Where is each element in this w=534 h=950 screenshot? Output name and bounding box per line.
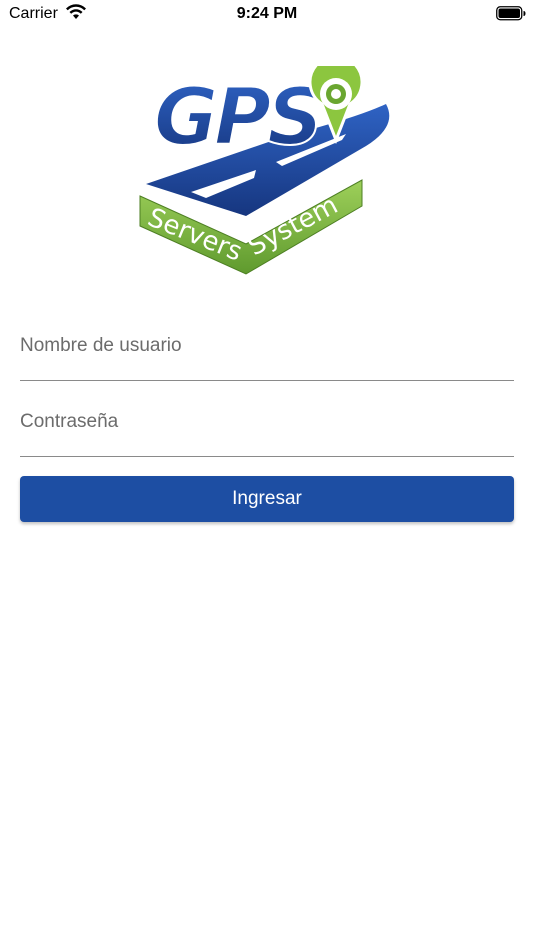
logo-text-servers: Servers: [143, 203, 246, 268]
status-bar: Carrier 9:24 PM: [0, 0, 534, 30]
logo-text-gps: GPS: [154, 73, 319, 163]
login-button[interactable]: Ingresar: [20, 476, 514, 522]
password-field: [20, 396, 514, 457]
username-input[interactable]: [20, 320, 514, 372]
login-screen: Carrier 9:24 PM GPS Servers System Nombr…: [0, 0, 534, 950]
username-field: [20, 320, 514, 381]
clock: 9:24 PM: [236, 5, 298, 22]
gps-servers-system-logo: GPS Servers System: [139, 66, 390, 275]
password-input[interactable]: [20, 396, 514, 448]
battery-icon: [496, 6, 526, 21]
